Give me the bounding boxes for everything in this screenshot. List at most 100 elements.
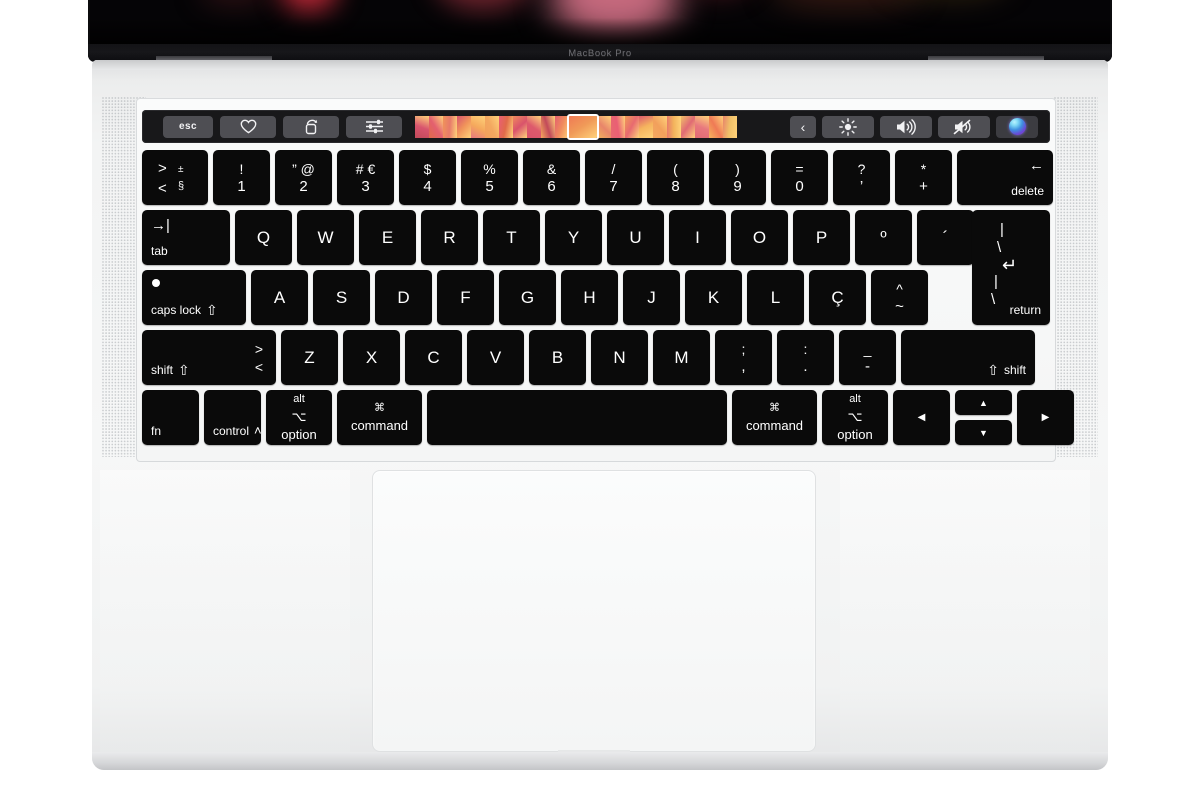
touchbar-brightness-button[interactable] [822,115,874,138]
key-ccedilla[interactable]: Ç [809,270,866,325]
key-l[interactable]: L [747,270,804,325]
key-o[interactable]: O [731,210,788,265]
touchbar-favorite-button[interactable] [220,115,276,138]
filmstrip-thumb[interactable] [639,115,653,138]
key-k[interactable]: K [685,270,742,325]
filmstrip-thumb[interactable] [415,115,429,138]
key-w[interactable]: W [297,210,354,265]
key-return[interactable]: | \ ↵ | \ return [972,210,1050,325]
key-8[interactable]: (8 [647,150,704,205]
key-circumflex-tilde[interactable]: ^ ~ [871,270,928,325]
key-r[interactable]: R [421,210,478,265]
photo-filmstrip[interactable] [415,113,737,140]
key-9[interactable]: ) 9 [709,150,766,205]
filmstrip-thumb[interactable] [625,115,639,138]
key-z[interactable]: Z [281,330,338,385]
key-command-left[interactable]: ⌘ command [337,390,422,445]
key-semicolon-comma[interactable]: ;, [715,330,772,385]
key-g[interactable]: G [499,270,556,325]
key-y[interactable]: Y [545,210,602,265]
key-option-right[interactable]: alt ⌥ option [822,390,888,445]
key-3[interactable]: # €3 [337,150,394,205]
key-s[interactable]: S [313,270,370,325]
key-v[interactable]: V [467,330,524,385]
key-tab[interactable]: →| tab [142,210,230,265]
filmstrip-thumb[interactable] [667,115,681,138]
filmstrip-thumb-selected[interactable] [567,113,599,140]
key-control[interactable]: control ˄ [204,390,261,445]
key-4[interactable]: $4 [399,150,456,205]
key-asterisk-plus[interactable]: * + [895,150,952,205]
touchbar-mute-button[interactable] [938,115,990,138]
key-delete[interactable]: ← delete [957,150,1053,205]
key-less-greater[interactable]: > < ± § [142,150,208,205]
key-q[interactable]: Q [235,210,292,265]
key-i[interactable]: I [669,210,726,265]
key-colon-period[interactable]: :. [777,330,834,385]
key-7[interactable]: /7 [585,150,642,205]
key-j[interactable]: J [623,270,680,325]
key-question-comma[interactable]: ?’ [833,150,890,205]
key-x[interactable]: X [343,330,400,385]
filmstrip-thumb[interactable] [457,115,471,138]
key-n[interactable]: N [591,330,648,385]
key-shift-right[interactable]: ⇧ shift [901,330,1035,385]
key-option-left[interactable]: alt ⌥ option [266,390,332,445]
key-1[interactable]: ! 1 [213,150,270,205]
filmstrip-thumb[interactable] [541,115,555,138]
key-6[interactable]: & 6 [523,150,580,205]
key-t-label: T [506,228,517,247]
filmstrip-thumb[interactable] [485,115,499,138]
key-c[interactable]: C [405,330,462,385]
key-caps-lock[interactable]: caps lock ⇧ [142,270,246,325]
key-arrow-left[interactable]: ◀ [893,390,950,445]
trackpad[interactable] [372,470,816,763]
filmstrip-thumb[interactable] [695,115,709,138]
key-e[interactable]: E [359,210,416,265]
key-b[interactable]: B [529,330,586,385]
key-f[interactable]: F [437,270,494,325]
key-command-right[interactable]: ⌘ command [732,390,817,445]
filmstrip-thumb[interactable] [709,115,723,138]
touch-bar[interactable]: esc ‹ [142,110,1050,143]
touchbar-adjust-button[interactable] [346,115,402,138]
filmstrip-thumb[interactable] [471,115,485,138]
key-ordinal[interactable]: º [855,210,912,265]
key-2[interactable]: ” @2 [275,150,332,205]
filmstrip-thumb[interactable] [513,115,527,138]
shift-left-alt-legends: > < [255,342,263,374]
key-underscore-hyphen[interactable]: _ - [839,330,896,385]
filmstrip-thumb[interactable] [429,115,443,138]
key-h[interactable]: H [561,270,618,325]
filmstrip-thumb[interactable] [443,115,457,138]
key-u[interactable]: U [607,210,664,265]
key-t[interactable]: T [483,210,540,265]
filmstrip-thumb[interactable] [527,115,541,138]
key-a[interactable]: A [251,270,308,325]
touchbar-siri-button[interactable] [996,115,1038,138]
filmstrip-thumb[interactable] [597,115,611,138]
touchbar-esc-button[interactable]: esc [163,115,213,138]
key-fn[interactable]: fn [142,390,199,445]
filmstrip-thumb[interactable] [555,115,569,138]
key-space[interactable] [427,390,727,445]
key-0[interactable]: = 0 [771,150,828,205]
key-shift-left[interactable]: > < shift ⇧ [142,330,276,385]
key-arrow-up[interactable]: ▲ [955,390,1012,415]
key-5[interactable]: % 5 [461,150,518,205]
key-m[interactable]: M [653,330,710,385]
touchbar-rotate-button[interactable] [283,115,339,138]
filmstrip-thumb[interactable] [681,115,695,138]
key-d[interactable]: D [375,270,432,325]
screen[interactable] [90,0,1110,44]
filmstrip-thumb[interactable] [611,115,625,138]
filmstrip-thumb[interactable] [723,115,737,138]
filmstrip-thumb[interactable] [653,115,667,138]
key-arrow-right[interactable]: ▶ [1017,390,1074,445]
key-arrow-down[interactable]: ▼ [955,420,1012,445]
touchbar-back-chevron-button[interactable]: ‹ [790,115,816,138]
key-p[interactable]: P [793,210,850,265]
touchbar-volume-button[interactable] [880,115,932,138]
filmstrip-thumb[interactable] [499,115,513,138]
key-grave-acute[interactable]: ´ [917,210,974,265]
